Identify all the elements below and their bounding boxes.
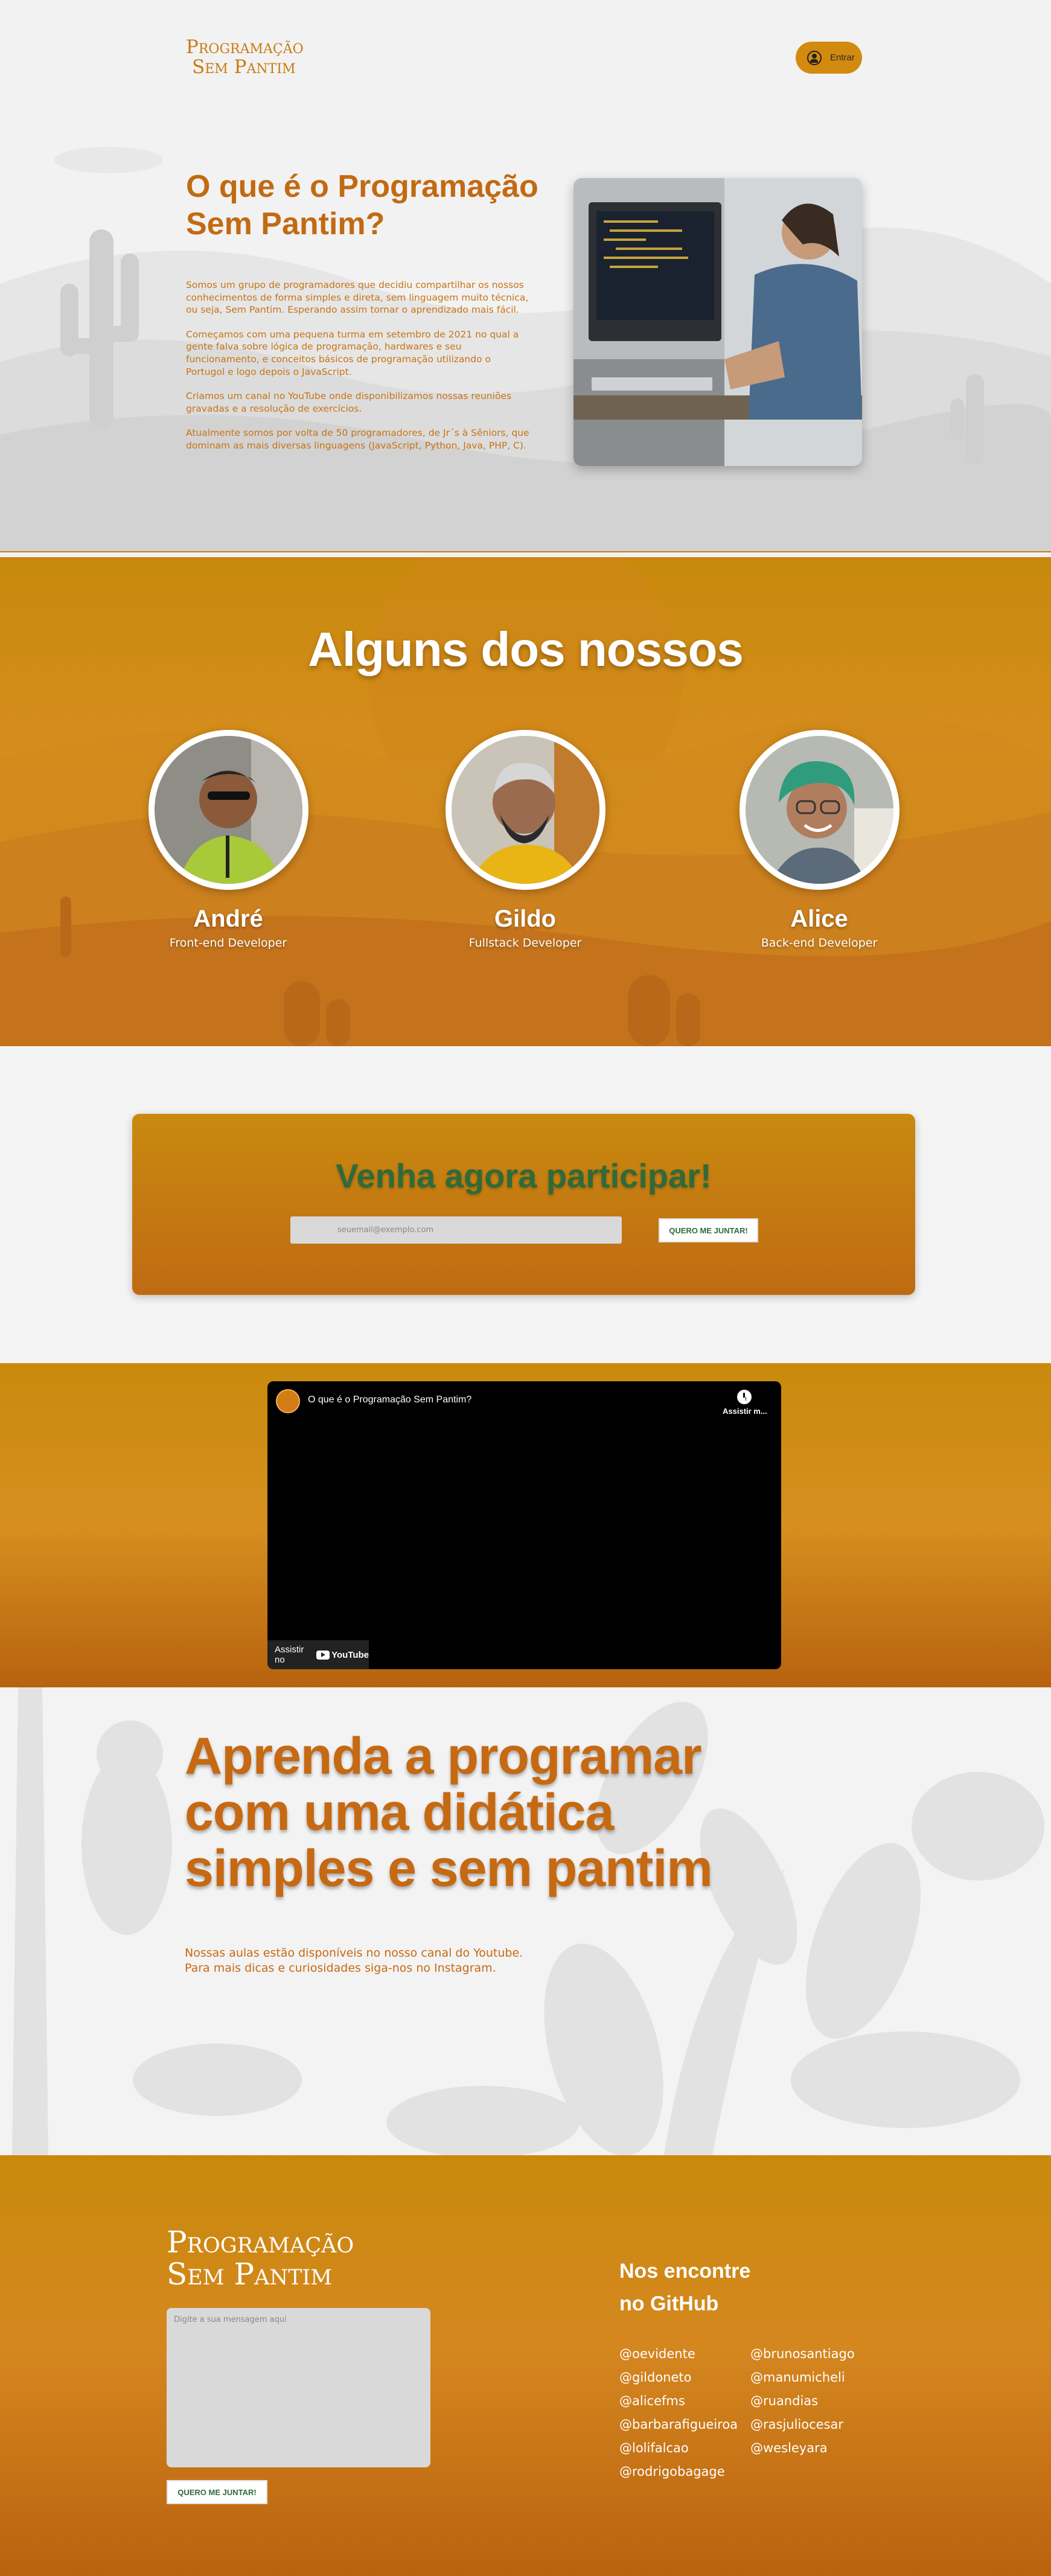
learn-description: Nossas aulas estão disponíveis no nosso … — [185, 1946, 607, 1975]
email-input[interactable] — [290, 1216, 622, 1244]
brand-logo[interactable]: Programação Sem Pantim — [186, 37, 304, 77]
learn-line-youtube: Nossas aulas estão disponíveis no nosso … — [185, 1946, 523, 1960]
youtube-video-player[interactable]: O que é o Programação Sem Pantim? Assist… — [267, 1381, 781, 1669]
team-section: Alguns dos nossos André Front-end Develo… — [0, 558, 1051, 1046]
hero-paragraph: Criamos um canal no YouTube onde disponi… — [186, 391, 512, 414]
team-member-card: Gildo Fullstack Developer — [435, 730, 616, 950]
hero-description: Somos um grupo de programadores que deci… — [186, 279, 530, 464]
video-title[interactable]: O que é o Programação Sem Pantim? — [308, 1395, 471, 1405]
hero-paragraph: Atualmente somos por volta de 50 program… — [186, 427, 529, 452]
watch-on-youtube-button[interactable]: Assistir no YouTube — [267, 1640, 369, 1669]
github-link[interactable]: @alicefms — [619, 2389, 738, 2413]
learn-line-instagram: Para mais dicas e curiosidades siga-nos … — [185, 1961, 496, 1975]
join-section: Venha agora participar! QUERO ME JUNTAR! — [0, 1046, 1051, 1363]
avatar-andre — [148, 730, 308, 890]
section-divider — [0, 551, 1051, 558]
join-button[interactable]: QUERO ME JUNTAR! — [659, 1218, 758, 1242]
footer: Programação Sem Pantim QUERO ME JUNTAR! … — [0, 2155, 1051, 2576]
team-member-card: Alice Back-end Developer — [729, 730, 910, 950]
team-member-card: André Front-end Developer — [138, 730, 319, 950]
member-role: Front-end Developer — [169, 936, 287, 950]
youtube-play-icon — [316, 1650, 330, 1660]
github-link[interactable]: @barbarafigueiroa — [619, 2413, 738, 2437]
youtube-logo-label: YouTube — [331, 1649, 369, 1660]
desert-background-illustration — [0, 147, 1051, 552]
youtube-logo: YouTube — [316, 1650, 369, 1660]
learn-title: Aprenda a programar com uma didática sim… — [185, 1727, 713, 1897]
avatar-gildo — [445, 730, 605, 890]
watch-later-label[interactable]: Assistir m... — [723, 1407, 767, 1416]
user-icon — [807, 50, 822, 65]
github-title: Nos encontre no GitHub — [619, 2260, 751, 2316]
team-title: Alguns dos nossos — [308, 622, 744, 676]
learn-section: Aprenda a programar com uma didática sim… — [0, 1687, 1051, 2155]
member-name: André — [193, 906, 263, 932]
hero-paragraph: Somos um grupo de programadores que deci… — [186, 280, 529, 316]
hero-photo-programmer — [573, 178, 862, 466]
brand-line-1: Programação — [167, 2225, 354, 2260]
login-button[interactable]: Entrar — [796, 42, 862, 74]
avatar-alice — [739, 730, 899, 890]
message-textarea[interactable] — [167, 2308, 430, 2467]
github-link[interactable]: @rasjuliocesar — [750, 2413, 855, 2437]
github-link[interactable]: @brunosantiago — [750, 2342, 855, 2366]
member-name: Gildo — [494, 906, 557, 932]
watch-on-label: Assistir no — [275, 1644, 304, 1665]
member-name: Alice — [790, 906, 848, 932]
channel-avatar[interactable] — [276, 1389, 300, 1413]
hero-title: O que é o Programação Sem Pantim? — [186, 169, 538, 242]
footer-join-button[interactable]: QUERO ME JUNTAR! — [167, 2480, 267, 2504]
login-label: Entrar — [830, 53, 855, 63]
github-links-column-2: @brunosantiago @manumicheli @ruandias @r… — [750, 2342, 855, 2460]
member-role: Fullstack Developer — [468, 936, 582, 950]
github-link[interactable]: @gildoneto — [619, 2366, 738, 2389]
github-link[interactable]: @lolifalcao — [619, 2437, 738, 2460]
brand-line-1: Programação — [186, 36, 304, 58]
github-link[interactable]: @rodrigobagage — [619, 2460, 738, 2484]
brand-line-2: Sem Pantim — [167, 2256, 333, 2292]
github-links-column-1: @oevidente @gildoneto @alicefms @barbara… — [619, 2342, 738, 2484]
github-link[interactable]: @oevidente — [619, 2342, 738, 2366]
footer-brand-logo[interactable]: Programação Sem Pantim — [167, 2226, 354, 2290]
github-link[interactable]: @ruandias — [750, 2389, 855, 2413]
brand-line-2: Sem Pantim — [192, 56, 296, 78]
join-card: Venha agora participar! QUERO ME JUNTAR! — [132, 1114, 915, 1295]
hero-paragraph: Começamos com uma pequena turma em setem… — [186, 328, 519, 377]
github-link[interactable]: @wesleyara — [750, 2437, 855, 2460]
join-title: Venha agora participar! — [336, 1157, 712, 1195]
member-role: Back-end Developer — [761, 936, 878, 950]
hero-section: Programação Sem Pantim Entrar O que é o … — [0, 0, 1051, 552]
video-section: O que é o Programação Sem Pantim? Assist… — [0, 1363, 1051, 1687]
page: Programação Sem Pantim Entrar O que é o … — [0, 0, 1051, 2576]
watch-later-icon[interactable] — [737, 1390, 752, 1404]
github-link[interactable]: @manumicheli — [750, 2366, 855, 2389]
